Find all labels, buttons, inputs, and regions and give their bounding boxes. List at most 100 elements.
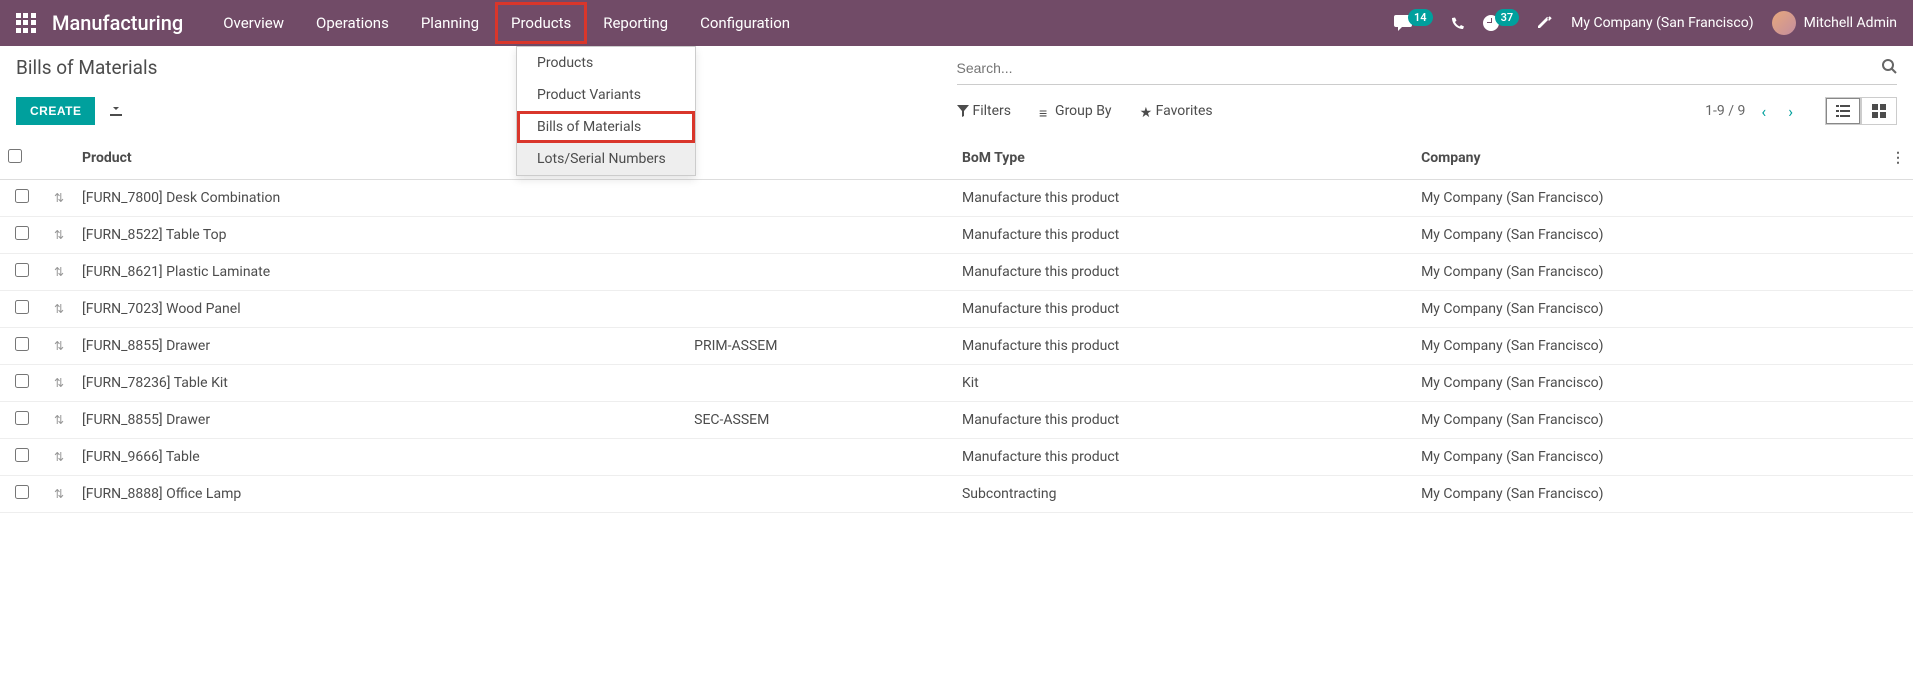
dropdown-item-lots-serial-numbers[interactable]: Lots/Serial Numbers (517, 143, 695, 175)
debug-icon[interactable] (1537, 15, 1553, 31)
drag-handle-icon[interactable]: ⇅ (54, 487, 64, 501)
pager-next-icon[interactable]: › (1782, 102, 1799, 121)
nav-item-planning[interactable]: Planning (405, 2, 495, 44)
dropdown-item-products[interactable]: Products (517, 47, 695, 79)
cell-reference: PRIM-ASSEM (686, 328, 954, 365)
company-selector[interactable]: My Company (San Francisco) (1571, 15, 1753, 31)
filters-button[interactable]: Filters (957, 97, 1012, 125)
phone-icon[interactable] (1451, 16, 1465, 30)
drag-handle-icon[interactable]: ⇅ (54, 228, 64, 242)
cell-reference (686, 439, 954, 476)
search-icon[interactable] (1881, 58, 1897, 78)
table-row[interactable]: ⇅ [FURN_78236] Table Kit KitMy Company (Sa… (0, 365, 1913, 402)
cell-reference (686, 291, 954, 328)
dropdown-item-bills-of-materials[interactable]: Bills of Materials (517, 111, 695, 143)
user-menu[interactable]: Mitchell Admin (1772, 11, 1897, 35)
col-bom-type[interactable]: BoM Type (954, 137, 1413, 180)
cell-reference (686, 476, 954, 513)
drag-handle-icon[interactable]: ⇅ (54, 413, 64, 427)
dropdown-item-product-variants[interactable]: Product Variants (517, 79, 695, 111)
cell-product: [FURN_78236] Table Kit (74, 365, 686, 402)
cell-company: My Company (San Francisco) (1413, 476, 1883, 513)
cell-company: My Company (San Francisco) (1413, 402, 1883, 439)
drag-handle-icon[interactable]: ⇅ (54, 376, 64, 390)
row-checkbox[interactable] (15, 374, 29, 388)
cell-bom-type: Manufacture this product (954, 217, 1413, 254)
table-row[interactable]: ⇅ [FURN_7023] Wood Panel Manufacture this … (0, 291, 1913, 328)
cell-reference (686, 365, 954, 402)
cell-bom-type: Subcontracting (954, 476, 1413, 513)
pager-text: 1-9 / 9 (1705, 103, 1745, 119)
cell-company: My Company (San Francisco) (1413, 180, 1883, 217)
drag-handle-icon[interactable]: ⇅ (54, 191, 64, 205)
drag-handle-icon[interactable]: ⇅ (54, 302, 64, 316)
navbar: Manufacturing OverviewOperationsPlanning… (0, 0, 1913, 46)
row-checkbox[interactable] (15, 337, 29, 351)
cell-company: My Company (San Francisco) (1413, 291, 1883, 328)
select-all-checkbox[interactable] (8, 149, 22, 163)
cell-product: [FURN_8621] Plastic Laminate (74, 254, 686, 291)
cell-product: [FURN_7800] Desk Combination (74, 180, 686, 217)
avatar (1772, 11, 1796, 35)
groupby-button[interactable]: ≡ Group By (1039, 97, 1112, 125)
table-row[interactable]: ⇅ [FURN_8522] Table Top Manufacture this p… (0, 217, 1913, 254)
table-row[interactable]: ⇅[FURN_9666] TableManufacture this produ… (0, 439, 1913, 476)
apps-icon[interactable] (16, 13, 36, 33)
nav-item-operations[interactable]: Operations (300, 2, 405, 44)
nav-item-products[interactable]: Products (495, 2, 587, 44)
col-reference[interactable] (686, 137, 954, 180)
table-row[interactable]: ⇅[FURN_8888] Office LampSubcontractingMy… (0, 476, 1913, 513)
table-row[interactable]: ⇅[FURN_8855] DrawerSEC-ASSEMManufacture … (0, 402, 1913, 439)
row-checkbox[interactable] (15, 485, 29, 499)
drag-handle-icon[interactable]: ⇅ (54, 265, 64, 279)
kanban-view-button[interactable] (1861, 97, 1897, 125)
nav-item-reporting[interactable]: Reporting (587, 2, 684, 44)
cell-product: [FURN_7023] Wood Panel (74, 291, 686, 328)
row-checkbox[interactable] (15, 411, 29, 425)
cell-reference (686, 217, 954, 254)
control-panel: Bills of Materials CREATE Filters ≡ Grou… (0, 46, 1913, 137)
app-brand[interactable]: Manufacturing (52, 11, 183, 35)
table-row[interactable]: ⇅ [FURN_8855] DrawerPRIM-ASSEMManufacture… (0, 328, 1913, 365)
row-checkbox[interactable] (15, 226, 29, 240)
cell-product: [FURN_8855] Drawer (74, 402, 686, 439)
cell-company: My Company (San Francisco) (1413, 254, 1883, 291)
cell-product: [FURN_8522] Table Top (74, 217, 686, 254)
table-row[interactable]: ⇅[FURN_7800] Desk CombinationManufacture… (0, 180, 1913, 217)
column-options-icon[interactable]: ⋮ (1891, 150, 1905, 166)
create-button[interactable]: CREATE (16, 97, 95, 125)
cell-bom-type: Manufacture this product (954, 254, 1413, 291)
cell-bom-type: Manufacture this product (954, 402, 1413, 439)
view-switcher (1825, 97, 1897, 125)
col-company[interactable]: Company (1413, 137, 1883, 180)
search-input[interactable] (957, 56, 1882, 80)
list-view-button[interactable] (1825, 97, 1861, 125)
row-checkbox[interactable] (15, 448, 29, 462)
row-checkbox[interactable] (15, 300, 29, 314)
activity-icon[interactable]: 37 (1483, 15, 1520, 32)
activity-badge: 37 (1495, 9, 1520, 26)
nav-item-configuration[interactable]: Configuration (684, 2, 806, 44)
page-title: Bills of Materials (16, 56, 157, 79)
import-button[interactable] (109, 102, 123, 120)
products-dropdown: ProductsProduct VariantsBills of Materia… (516, 46, 696, 176)
cell-reference (686, 180, 954, 217)
pager-prev-icon[interactable]: ‹ (1755, 102, 1772, 121)
cell-bom-type: Manufacture this product (954, 328, 1413, 365)
cell-company: My Company (San Francisco) (1413, 365, 1883, 402)
cell-bom-type: Manufacture this product (954, 439, 1413, 476)
cell-company: My Company (San Francisco) (1413, 439, 1883, 476)
row-checkbox[interactable] (15, 263, 29, 277)
row-checkbox[interactable] (15, 189, 29, 203)
favorites-button[interactable]: ★ Favorites (1140, 97, 1213, 125)
cell-product: [FURN_8855] Drawer (74, 328, 686, 365)
messaging-icon[interactable]: 14 (1394, 15, 1433, 32)
cell-bom-type: Manufacture this product (954, 291, 1413, 328)
table-row[interactable]: ⇅ [FURN_8621] Plastic Laminate Manufacture… (0, 254, 1913, 291)
nav-item-overview[interactable]: Overview (207, 2, 300, 44)
user-name: Mitchell Admin (1804, 15, 1897, 31)
drag-handle-icon[interactable]: ⇅ (54, 339, 64, 353)
cell-bom-type: Kit (954, 365, 1413, 402)
chat-badge: 14 (1408, 9, 1433, 26)
drag-handle-icon[interactable]: ⇅ (54, 450, 64, 464)
